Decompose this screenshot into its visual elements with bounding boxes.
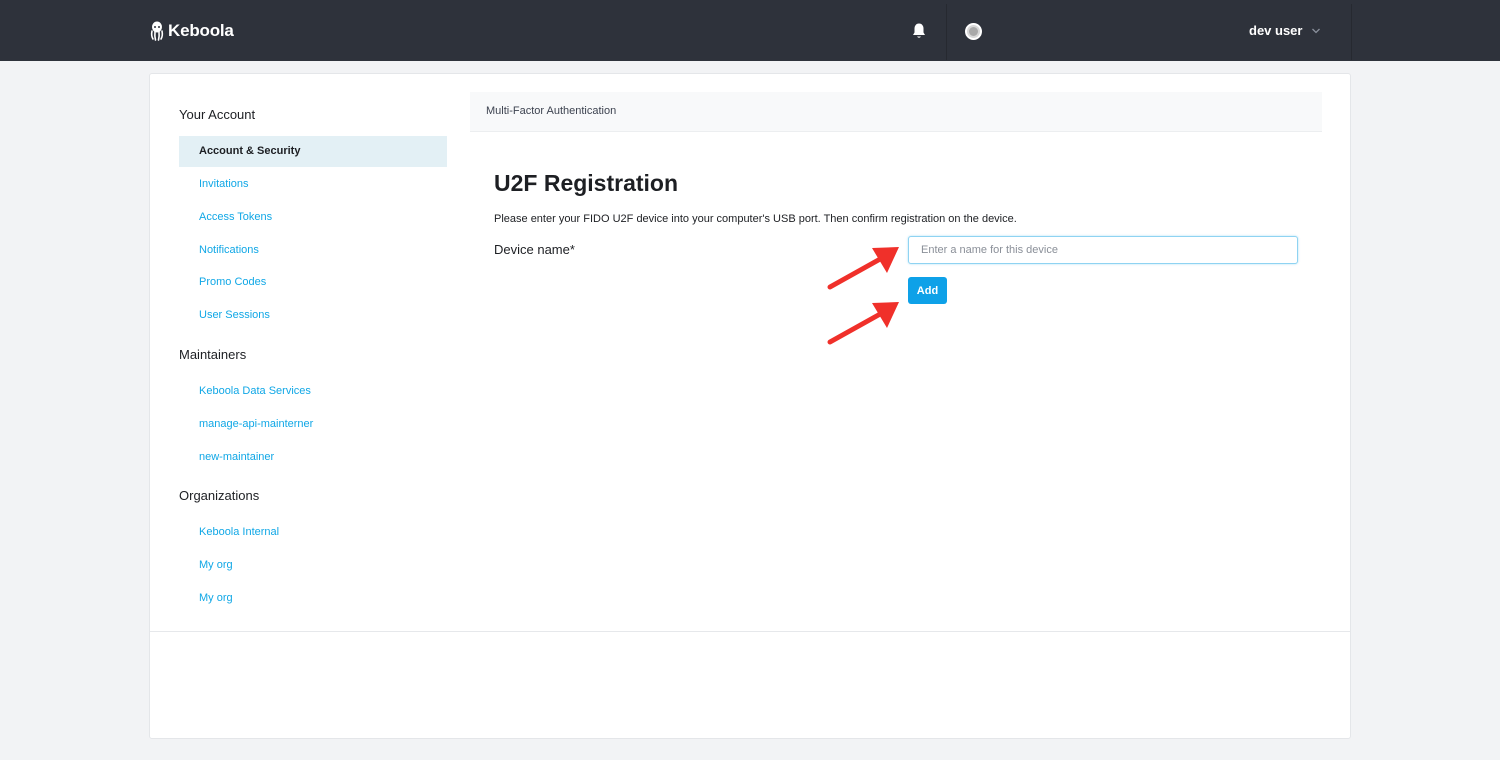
top-navigation-bar: Keboola dev user: [0, 0, 1500, 61]
account-settings-card: Your Account Account & Security Invitati…: [149, 73, 1351, 739]
chevron-down-icon[interactable]: [1311, 26, 1321, 36]
device-name-input[interactable]: [908, 236, 1298, 264]
add-device-button[interactable]: Add: [908, 277, 947, 304]
card-divider: [150, 631, 1350, 632]
sidebar-item-access-tokens[interactable]: Access Tokens: [179, 202, 447, 233]
breadcrumb-item[interactable]: Multi-Factor Authentication: [486, 105, 616, 117]
avatar[interactable]: [965, 23, 982, 40]
sidebar-heading-maintainers: Maintainers: [179, 347, 247, 362]
sidebar-item-notifications[interactable]: Notifications: [179, 235, 447, 266]
sidebar-heading-your-account: Your Account: [179, 107, 256, 122]
red-arrow-icon: [827, 247, 899, 290]
sidebar-item-my-org[interactable]: My org: [179, 583, 447, 614]
topbar-divider: [1351, 4, 1352, 60]
sidebar-item-user-sessions[interactable]: User Sessions: [179, 300, 447, 331]
sidebar-item-promo-codes[interactable]: Promo Codes: [179, 267, 447, 298]
octopus-logo-icon: [150, 21, 164, 41]
sidebar-item-invitations[interactable]: Invitations: [179, 169, 447, 200]
sidebar-item-new-maintainer[interactable]: new-maintainer: [179, 442, 447, 473]
topbar-divider: [946, 4, 947, 60]
bell-icon[interactable]: [911, 22, 927, 40]
sidebar-item-keboola-data-services[interactable]: Keboola Data Services: [179, 376, 447, 407]
breadcrumb: Multi-Factor Authentication: [470, 92, 1322, 132]
sidebar-item-account-security[interactable]: Account & Security: [179, 136, 447, 167]
page-description: Please enter your FIDO U2F device into y…: [494, 213, 1017, 225]
device-name-label: Device name*: [494, 242, 575, 257]
brand-logo[interactable]: Keboola: [150, 19, 234, 43]
user-name[interactable]: dev user: [1249, 23, 1302, 38]
sidebar-item-my-org[interactable]: My org: [179, 550, 447, 581]
page-title: U2F Registration: [494, 170, 679, 196]
brand-name: Keboola: [168, 21, 234, 40]
red-arrow-icon: [827, 302, 899, 345]
sidebar-heading-organizations: Organizations: [179, 488, 260, 503]
sidebar-item-manage-api-mainterner[interactable]: manage-api-mainterner: [179, 409, 447, 440]
sidebar-item-keboola-internal[interactable]: Keboola Internal: [179, 517, 447, 548]
